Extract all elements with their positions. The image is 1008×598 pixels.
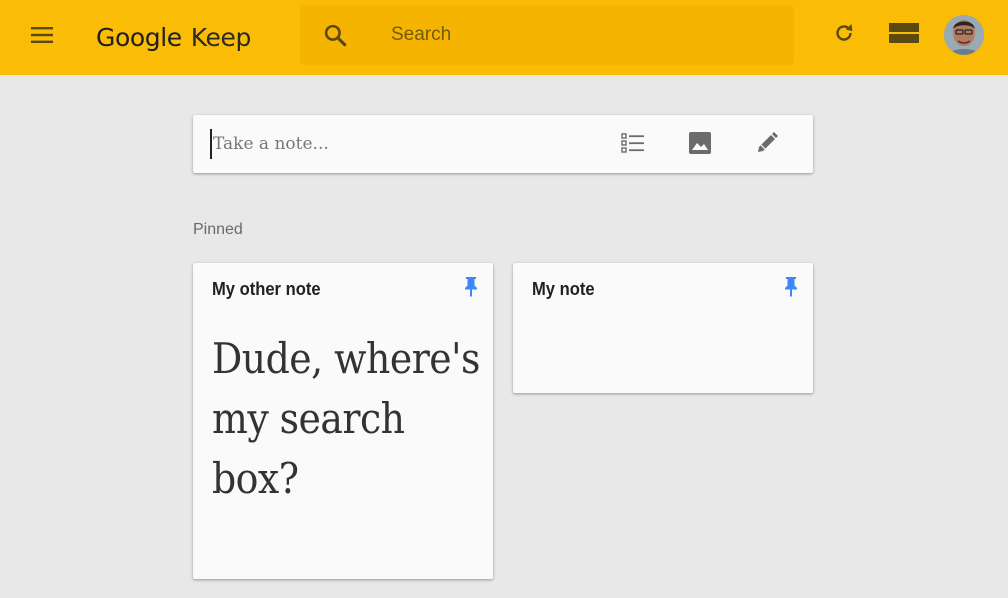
search-bar[interactable] bbox=[300, 5, 794, 65]
refresh-button[interactable] bbox=[824, 15, 864, 55]
note-body: Dude, where's my search box? bbox=[212, 334, 480, 503]
image-icon bbox=[688, 131, 712, 160]
note-card[interactable]: My other note Dude, where's my search bo… bbox=[193, 263, 493, 579]
take-note-panel bbox=[193, 115, 813, 173]
app-logo[interactable]: Google Keep bbox=[96, 17, 251, 57]
avatar[interactable] bbox=[944, 15, 984, 55]
new-image-note-button[interactable] bbox=[684, 129, 716, 161]
list-icon bbox=[621, 131, 645, 160]
main-menu-button[interactable] bbox=[22, 17, 62, 57]
hamburger-menu-icon bbox=[30, 23, 54, 52]
logo-google-text: Google bbox=[96, 22, 182, 52]
top-app-bar: Google Keep bbox=[0, 0, 1008, 75]
refresh-icon bbox=[832, 21, 856, 50]
pen-icon bbox=[755, 131, 779, 160]
new-list-button[interactable] bbox=[617, 129, 649, 161]
pin-icon[interactable] bbox=[463, 277, 479, 297]
pin-icon[interactable] bbox=[783, 277, 799, 297]
list-view-icon bbox=[889, 22, 919, 49]
take-note-input[interactable] bbox=[210, 129, 595, 159]
magnifier-icon[interactable] bbox=[300, 22, 370, 48]
pinned-section-label: Pinned bbox=[193, 221, 243, 238]
logo-keep-text: Keep bbox=[190, 22, 252, 52]
list-view-toggle[interactable] bbox=[884, 15, 924, 55]
note-card[interactable]: My note bbox=[513, 263, 813, 393]
note-title: My note bbox=[532, 279, 595, 299]
note-title: My other note bbox=[212, 279, 321, 299]
search-input[interactable] bbox=[389, 23, 773, 47]
new-drawing-button[interactable] bbox=[751, 129, 783, 161]
